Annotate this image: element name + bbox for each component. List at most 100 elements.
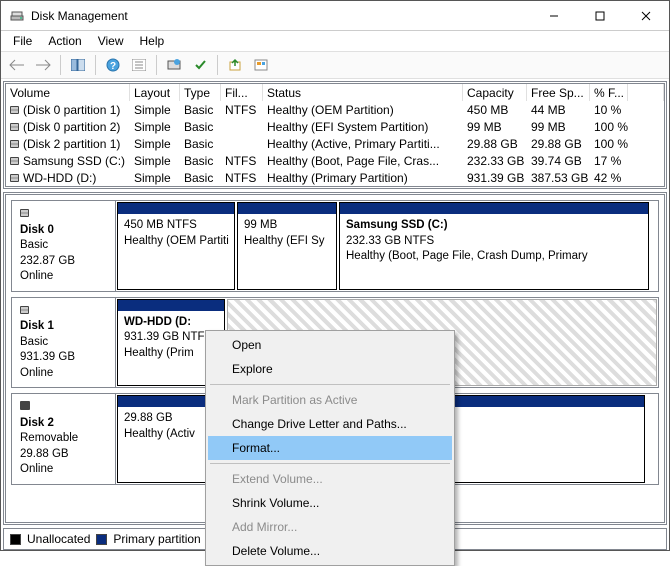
- titlebar[interactable]: Disk Management: [1, 1, 669, 31]
- partition[interactable]: 450 MB NTFSHealthy (OEM Partiti: [117, 202, 235, 290]
- partition-status: Healthy (Prim: [124, 347, 194, 359]
- disk-partitions: 450 MB NTFSHealthy (OEM Partiti99 MBHeal…: [116, 201, 658, 291]
- partition-body: 99 MBHealthy (EFI Sy: [238, 214, 336, 289]
- disk-name: Disk 1: [20, 319, 107, 335]
- volume-status: Healthy (Active, Primary Partiti...: [263, 135, 463, 152]
- col-freespace[interactable]: Free Sp...: [527, 84, 590, 101]
- forward-button[interactable]: [31, 53, 55, 77]
- volume-layout: Simple: [130, 152, 180, 169]
- menu-help[interactable]: Help: [132, 32, 173, 50]
- menu-action[interactable]: Action: [40, 32, 89, 50]
- disk-type: Basic: [20, 336, 48, 348]
- volume-freespace: 29.88 GB: [527, 135, 590, 152]
- partition-size: 232.33 GB NTFS: [346, 235, 434, 247]
- partition-header: [340, 203, 648, 214]
- context-menu-item[interactable]: Open: [208, 333, 452, 357]
- context-menu-item[interactable]: Change Drive Letter and Paths...: [208, 412, 452, 436]
- disk-state: Online: [20, 463, 53, 475]
- view-icon[interactable]: [66, 53, 90, 77]
- disk-type: Basic: [20, 239, 48, 251]
- volume-status: Healthy (Boot, Page File, Cras...: [263, 152, 463, 169]
- help-button[interactable]: ?: [101, 53, 125, 77]
- volume-row[interactable]: (Disk 2 partition 1)SimpleBasicHealthy (…: [6, 135, 664, 152]
- volume-freespace: 387.53 GB: [527, 169, 590, 186]
- settings-icon[interactable]: [127, 53, 151, 77]
- partition-body: Samsung SSD (C:)232.33 GB NTFSHealthy (B…: [340, 214, 648, 289]
- menu-view[interactable]: View: [90, 32, 132, 50]
- volume-row[interactable]: WD-HDD (D:)SimpleBasicNTFSHealthy (Prima…: [6, 169, 664, 186]
- context-menu-item[interactable]: Shrink Volume...: [208, 491, 452, 515]
- volume-capacity: 29.88 GB: [463, 135, 527, 152]
- context-menu-item[interactable]: Explore: [208, 357, 452, 381]
- volume-status: Healthy (OEM Partition): [263, 101, 463, 118]
- legend-swatch-primary: [96, 534, 107, 545]
- volume-row[interactable]: Samsung SSD (C:)SimpleBasicNTFSHealthy (…: [6, 152, 664, 169]
- volume-table: Volume Layout Type Fil... Status Capacit…: [5, 83, 665, 187]
- partition[interactable]: Samsung SSD (C:)232.33 GB NTFSHealthy (B…: [339, 202, 649, 290]
- volume-layout: Simple: [130, 135, 180, 152]
- volume-status: Healthy (Primary Partition): [263, 169, 463, 186]
- col-status[interactable]: Status: [263, 84, 463, 101]
- col-capacity[interactable]: Capacity: [463, 84, 527, 101]
- menu-file[interactable]: File: [5, 32, 40, 50]
- col-volume[interactable]: Volume: [6, 84, 130, 101]
- action-icon-1[interactable]: [223, 53, 247, 77]
- action-icon-2[interactable]: [249, 53, 273, 77]
- volume-fs: NTFS: [221, 169, 263, 186]
- partition-status: Healthy (OEM Partiti: [124, 235, 229, 247]
- maximize-button[interactable]: [577, 1, 623, 31]
- refresh-button[interactable]: [162, 53, 186, 77]
- partition-header: [238, 203, 336, 214]
- volume-list-section: Volume Layout Type Fil... Status Capacit…: [3, 81, 667, 189]
- partition-status: Healthy (EFI Sy: [244, 235, 325, 247]
- volume-row[interactable]: (Disk 0 partition 2)SimpleBasicHealthy (…: [6, 118, 664, 135]
- context-menu[interactable]: OpenExplore Mark Partition as ActiveChang…: [205, 330, 455, 566]
- disk-size: 232.87 GB: [20, 255, 75, 267]
- partition-title: Samsung SSD (C:): [346, 219, 448, 231]
- col-type[interactable]: Type: [180, 84, 221, 101]
- window-title: Disk Management: [31, 9, 531, 23]
- app-icon: [9, 8, 25, 24]
- disk-management-window: Disk Management File Action View Help ? …: [0, 0, 670, 551]
- disk-name: Disk 0: [20, 223, 107, 239]
- partition-body: 450 MB NTFSHealthy (OEM Partiti: [118, 214, 234, 289]
- volume-capacity: 931.39 GB: [463, 169, 527, 186]
- volume-capacity: 99 MB: [463, 118, 527, 135]
- volume-percentfree: 42 %: [590, 169, 628, 186]
- removable-icon: [20, 401, 30, 410]
- disk-icon: [20, 209, 29, 217]
- toolbar: ?: [1, 51, 669, 79]
- partition-header: [118, 203, 234, 214]
- disk-label[interactable]: Disk 0Basic232.87 GBOnline: [12, 201, 116, 291]
- col-filesystem[interactable]: Fil...: [221, 84, 263, 101]
- disk-label[interactable]: Disk 2Removable29.88 GBOnline: [12, 394, 116, 484]
- partition[interactable]: 99 MBHealthy (EFI Sy: [237, 202, 337, 290]
- volume-capacity: 232.33 GB: [463, 152, 527, 169]
- context-menu-item[interactable]: Format...: [208, 436, 452, 460]
- disk-name: Disk 2: [20, 416, 107, 432]
- col-layout[interactable]: Layout: [130, 84, 180, 101]
- volume-fs: [221, 118, 263, 135]
- volume-name: (Disk 0 partition 1): [23, 103, 120, 117]
- volume-row[interactable]: (Disk 0 partition 1)SimpleBasicNTFSHealt…: [6, 101, 664, 118]
- disk-label[interactable]: Disk 1Basic931.39 GBOnline: [12, 298, 116, 388]
- col-percentfree[interactable]: % F...: [590, 84, 628, 101]
- volume-type: Basic: [180, 118, 221, 135]
- commit-button[interactable]: [188, 53, 212, 77]
- volume-type: Basic: [180, 152, 221, 169]
- context-menu-item: Mark Partition as Active: [208, 388, 452, 412]
- partition-title: WD-HDD (D:: [124, 316, 191, 328]
- volume-type: Basic: [180, 101, 221, 118]
- volume-percentfree: 10 %: [590, 101, 628, 118]
- volume-percentfree: 100 %: [590, 135, 628, 152]
- volume-freespace: 99 MB: [527, 118, 590, 135]
- volume-percentfree: 17 %: [590, 152, 628, 169]
- volume-percentfree: 100 %: [590, 118, 628, 135]
- context-menu-item: Extend Volume...: [208, 467, 452, 491]
- volume-type: Basic: [180, 135, 221, 152]
- minimize-button[interactable]: [531, 1, 577, 31]
- back-button[interactable]: [5, 53, 29, 77]
- disk-icon: [10, 157, 19, 165]
- context-menu-item[interactable]: Delete Volume...: [208, 539, 452, 563]
- close-button[interactable]: [623, 1, 669, 31]
